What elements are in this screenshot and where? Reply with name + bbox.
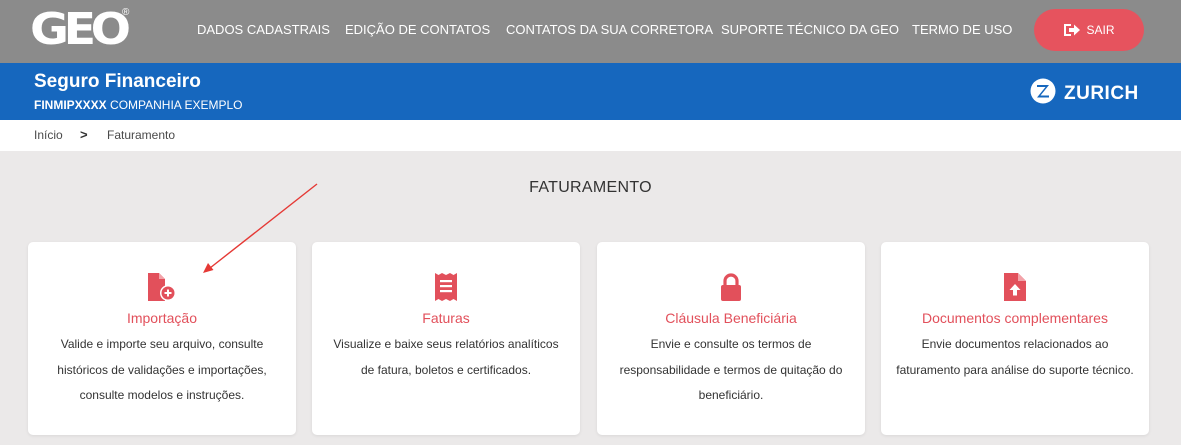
logout-label: SAIR <box>1086 23 1115 37</box>
nav-termo-de-uso[interactable]: TERMO DE USO <box>912 22 1012 37</box>
card-description: Envie documentos relacionados ao faturam… <box>896 337 1134 377</box>
card-title: Cláusula Beneficiária <box>665 310 797 326</box>
product-subtitle: FINMIPXXXX COMPANHIA EXEMPLO <box>34 98 243 112</box>
card-description: Envie e consulte os termos de responsabi… <box>619 337 843 402</box>
breadcrumb-home[interactable]: Início <box>34 128 63 142</box>
lock-icon <box>597 272 865 302</box>
top-navigation-bar: GEO ® DADOS CADASTRAIS EDIÇÃO DE CONTATO… <box>0 0 1181 63</box>
nav-suporte-tecnico[interactable]: SUPORTE TÉCNICO DA GEO <box>721 22 899 37</box>
file-add-icon <box>28 272 296 302</box>
logo-text: GEO <box>30 4 131 55</box>
nav-edicao-de-contatos[interactable]: EDIÇÃO DE CONTATOS <box>345 22 490 37</box>
breadcrumb: Início > Faturamento <box>0 120 1181 151</box>
logout-button[interactable]: SAIR <box>1034 9 1144 51</box>
card-importacao[interactable]: Importação Valide e importe seu arquivo,… <box>28 242 296 435</box>
product-header: Seguro Financeiro FINMIPXXXX COMPANHIA E… <box>0 63 1181 120</box>
card-clausula-beneficiaria[interactable]: Cláusula Beneficiária Envie e consulte o… <box>597 242 865 435</box>
card-description: Visualize e baixe seus relatórios analít… <box>333 337 559 377</box>
page-title: FATURAMENTO <box>529 179 652 196</box>
breadcrumb-current: Faturamento <box>107 128 176 142</box>
nav-dados-cadastrais[interactable]: DADOS CADASTRAIS <box>197 22 330 37</box>
zurich-logo: ZURICH <box>1030 78 1139 109</box>
registered-mark: ® <box>122 7 130 18</box>
company-name: COMPANHIA EXEMPLO <box>110 98 243 112</box>
product-code: FINMIPXXXX <box>34 98 107 112</box>
card-title: Documentos complementares <box>922 310 1108 326</box>
nav-contatos-da-corretora[interactable]: CONTATOS DA SUA CORRETORA <box>506 22 713 37</box>
card-title: Faturas <box>422 310 470 326</box>
logout-icon <box>1063 23 1081 37</box>
chevron-right-icon: > <box>80 127 88 142</box>
card-documentos-complementares[interactable]: Documentos complementares Envie document… <box>881 242 1149 435</box>
zurich-z-icon <box>1030 78 1056 109</box>
card-description: Valide e importe seu arquivo, consulte h… <box>57 337 267 402</box>
brand-name: ZURICH <box>1064 82 1139 104</box>
receipt-icon <box>312 272 580 302</box>
card-title: Importação <box>126 310 198 326</box>
geo-logo[interactable]: GEO ® <box>30 7 131 53</box>
file-upload-icon <box>881 272 1149 302</box>
card-faturas[interactable]: Faturas Visualize e baixe seus relatório… <box>312 242 580 435</box>
product-title: Seguro Financeiro <box>34 71 201 92</box>
